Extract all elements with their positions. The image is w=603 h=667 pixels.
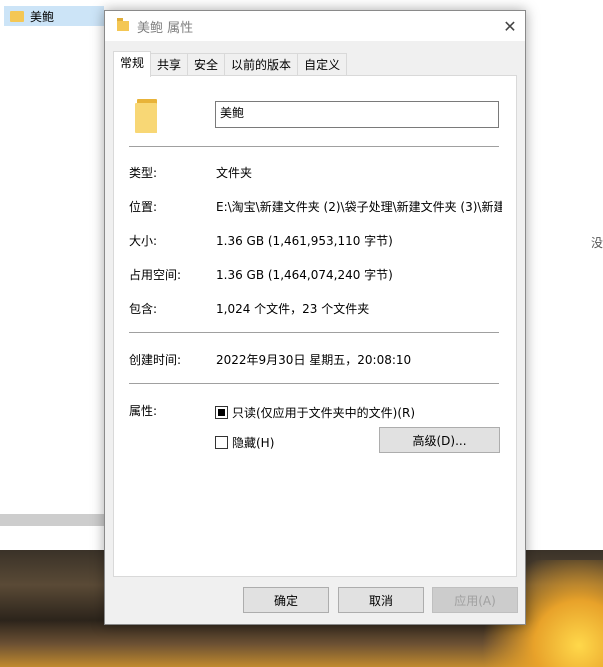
folder-icon [117,18,129,31]
location-label: 位置: [129,200,158,214]
size-on-disk-label: 占用空间: [129,268,182,282]
hidden-checkbox-row[interactable]: 隐藏(H) [215,433,274,451]
horizontal-scrollbar[interactable] [0,514,104,526]
hidden-checkbox[interactable] [215,435,228,449]
size-on-disk-value: 1.36 GB (1,464,074,240 字节) [216,268,393,282]
tab-general[interactable]: 常规 [113,51,152,77]
size-on-disk-row: 占用空间: 1.36 GB (1,464,074,240 字节) [129,266,502,284]
readonly-label: 只读(仅应用于文件夹中的文件)(R) [232,405,416,420]
divider [129,383,499,384]
attributes-row: 属性: [129,402,216,420]
advanced-button[interactable]: 高级(D)... [379,427,500,453]
created-value: 2022年9月30日 星期五，20:08:10 [216,353,412,367]
readonly-checkbox[interactable] [215,405,228,419]
contains-label: 包含: [129,302,158,316]
type-row: 类型: 文件夹 [129,164,502,182]
created-row: 创建时间: 2022年9月30日 星期五，20:08:10 [129,351,502,369]
tab-security[interactable]: 安全 [187,53,226,76]
size-label: 大小: [129,234,158,248]
dialog-title: 美鲍 属性 [137,20,194,36]
properties-dialog: 美鲍 属性 ✕ 常规 共享 安全 以前的版本 自定义 美鲍 类型: 文件夹 位置… [104,10,526,625]
tab-strip: 常规 共享 安全 以前的版本 自定义 [113,51,348,77]
divider [129,332,499,333]
attributes-label: 属性: [129,404,158,418]
folder-name-input[interactable]: 美鲍 [215,101,499,128]
divider [129,146,499,147]
created-label: 创建时间: [129,353,182,367]
general-tab-panel: 美鲍 类型: 文件夹 位置: E:\淘宝\新建文件夹 (2)\袋子处理\新建文件… [113,75,517,577]
cancel-button[interactable]: 取消 [338,587,424,613]
folder-icon [10,10,24,22]
readonly-checkbox-row[interactable]: 只读(仅应用于文件夹中的文件)(R) [215,403,415,421]
tab-customize[interactable]: 自定义 [297,53,348,76]
ok-button[interactable]: 确定 [243,587,329,613]
tab-previous-versions[interactable]: 以前的版本 [224,53,299,76]
size-value: 1.36 GB (1,461,953,110 字节) [216,234,393,248]
folder-icon [135,99,159,133]
apply-button: 应用(A) [432,587,518,613]
explorer-item-label: 美鲍 [30,9,55,24]
size-row: 大小: 1.36 GB (1,461,953,110 字节) [129,232,502,250]
location-row: 位置: E:\淘宝\新建文件夹 (2)\袋子处理\新建文件夹 (3)\新建 [129,198,502,216]
explorer-list-item[interactable]: 美鲍 [4,6,104,26]
hidden-label: 隐藏(H) [232,435,275,450]
tab-sharing[interactable]: 共享 [150,53,189,76]
dialog-titlebar[interactable]: 美鲍 属性 ✕ [105,11,525,41]
type-value: 文件夹 [216,166,253,180]
background-side-text: 没 [590,236,603,250]
location-value[interactable]: E:\淘宝\新建文件夹 (2)\袋子处理\新建文件夹 (3)\新建 [216,198,502,216]
close-icon[interactable]: ✕ [495,11,525,41]
contains-value: 1,024 个文件，23 个文件夹 [216,302,370,316]
type-label: 类型: [129,166,158,180]
contains-row: 包含: 1,024 个文件，23 个文件夹 [129,300,502,318]
